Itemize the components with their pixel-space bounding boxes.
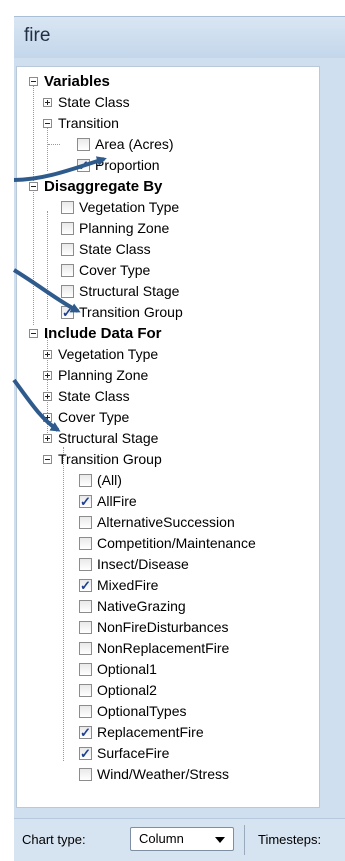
arrow-to-include-transition-group — [12, 378, 61, 432]
annotation-arrows — [12, 156, 107, 432]
arrow-to-proportion — [13, 156, 107, 182]
divider — [244, 825, 245, 855]
chart-type-value: Column — [139, 831, 184, 846]
chevron-down-icon[interactable] — [215, 837, 225, 843]
chart-options-bar: Chart type: Column Timesteps: — [14, 818, 345, 861]
arrow-to-transition-group — [12, 268, 81, 313]
chart-type-select[interactable]: Column — [130, 827, 234, 851]
chart-type-label: Chart type: — [22, 832, 86, 847]
timesteps-label: Timesteps: — [258, 832, 322, 847]
